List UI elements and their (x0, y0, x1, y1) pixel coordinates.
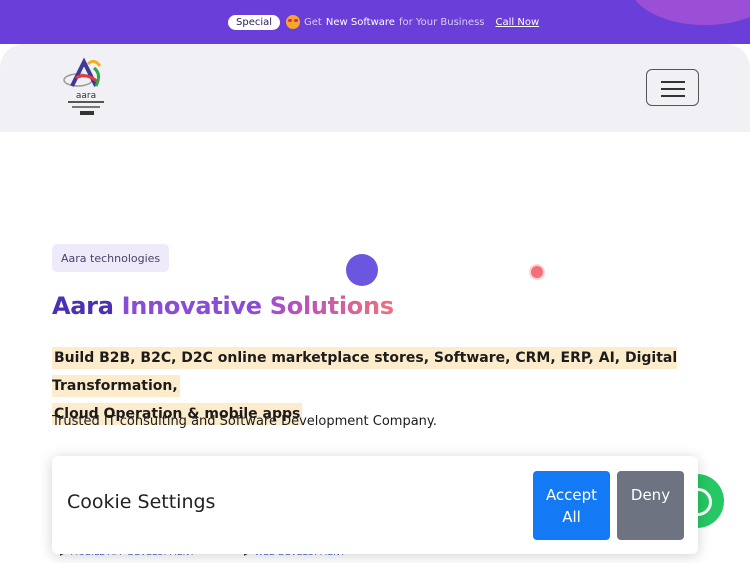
star-eyes-emoji-icon (286, 15, 301, 29)
accept-all-button[interactable]: Accept All (533, 471, 610, 540)
site-header: aara (0, 44, 750, 132)
hero-title-word: Innovative (121, 292, 262, 320)
decorative-blob (630, 0, 750, 25)
announcement-prefix: Get (304, 16, 322, 28)
cookie-title: Cookie Settings (67, 491, 216, 513)
hamburger-icon (661, 81, 685, 83)
hero-title-word: Aara (52, 292, 114, 320)
cookie-banner: Cookie Settings Accept All Deny (52, 456, 698, 554)
special-badge: Special (228, 14, 281, 30)
company-logo[interactable]: aara (58, 56, 114, 118)
announcement-highlight: New Software (325, 16, 395, 28)
accept-label: Accept (545, 485, 598, 504)
announcement-bar: Special Get New Software for Your Busine… (0, 0, 750, 44)
decorative-dot (529, 264, 545, 280)
accept-label: All (562, 507, 581, 526)
svg-text:aara: aara (76, 91, 96, 101)
menu-toggle-button[interactable] (646, 69, 699, 106)
call-now-link[interactable]: Call Now (496, 17, 540, 28)
hamburger-icon (661, 95, 685, 97)
announcement-suffix: for Your Business (398, 16, 485, 28)
highlight-line: Build B2B, B2C, D2C online marketplace s… (52, 347, 678, 397)
decorative-dot (346, 254, 378, 286)
hamburger-icon (661, 88, 685, 90)
hero-title: Aara Innovative Solutions (52, 292, 394, 320)
deny-button[interactable]: Deny (617, 471, 684, 540)
company-chip: Aara technologies (52, 244, 170, 272)
hero-title-word: Solutions (269, 292, 394, 320)
announcement-content: Special Get New Software for Your Busine… (228, 12, 539, 32)
hero-tagline: Trusted IT consulting and Software Devel… (52, 414, 437, 429)
